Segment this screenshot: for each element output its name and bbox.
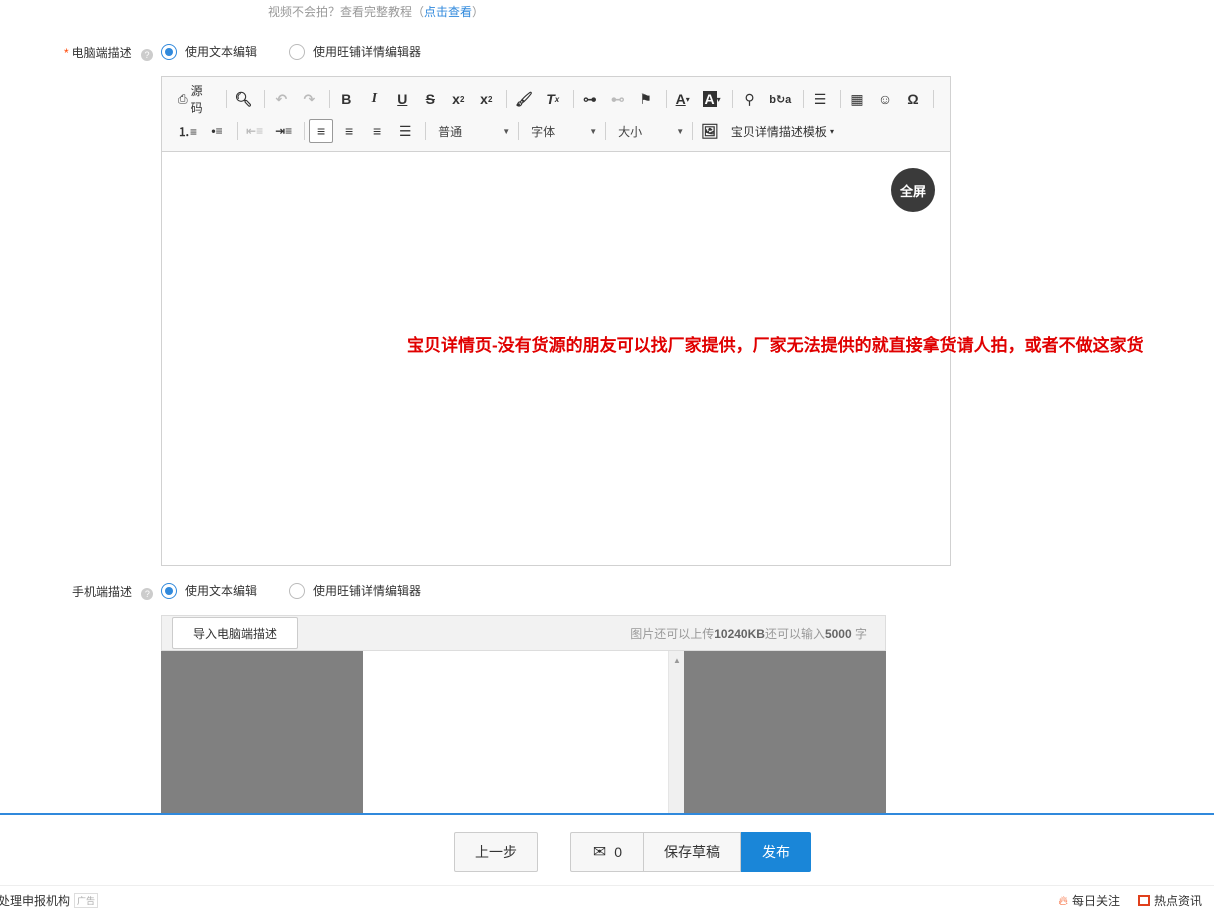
video-tutorial-hint: 视频不会拍？查看完整教程（点击查看）: [268, 3, 484, 20]
action-bar-divider: [0, 813, 1214, 815]
mobile-wangpu-editor-radio[interactable]: 使用旺铺详情编辑器: [289, 582, 421, 599]
strikethrough-icon[interactable]: S: [418, 87, 442, 111]
font-color-icon[interactable]: A▾: [671, 87, 695, 111]
rich-text-editor: ⎙源码 🔍︎ ↶ ↷ B I U S x2 x2 🖌︎ Tx ⊶ ⊷ ⚑: [161, 76, 951, 566]
editor-toolbar: ⎙源码 🔍︎ ↶ ↷ B I U S x2 x2 🖌︎ Tx ⊶ ⊷ ⚑: [162, 77, 950, 152]
image-icon[interactable]: 🖼︎: [697, 119, 723, 143]
pc-text-editor-radio[interactable]: 使用文本编辑: [161, 43, 257, 60]
mobile-gutter-right: [684, 651, 886, 813]
fire-icon: 🔥︎: [1058, 893, 1068, 908]
superscript-icon[interactable]: x2: [474, 87, 498, 111]
annotation-text: 宝贝详情页-没有货源的朋友可以找厂家提供，厂家无法提供的就直接拿货请人拍，或者不…: [407, 331, 1144, 356]
save-draft-button[interactable]: 保存草稿: [643, 832, 741, 872]
format-painter-icon[interactable]: 🖌︎: [511, 87, 536, 111]
emoji-icon[interactable]: ☺: [873, 87, 897, 111]
mobile-desc-label: 手机端描述 ?: [72, 583, 153, 600]
mobile-canvas[interactable]: ▲: [363, 651, 684, 813]
undo-icon[interactable]: ↶: [269, 87, 293, 111]
footer-ad[interactable]: 处理申报机构广告: [0, 892, 98, 908]
clear-format-icon[interactable]: Tx: [541, 87, 565, 111]
import-pc-desc-button[interactable]: 导入电脑端描述: [172, 617, 298, 649]
mobile-preview: ▲: [161, 651, 886, 813]
align-justify-icon[interactable]: ☰: [393, 119, 417, 143]
anchor-flag-icon[interactable]: ⚑: [634, 87, 658, 111]
unlink-icon[interactable]: ⊷: [606, 87, 630, 111]
mobile-editor: 导入电脑端描述 图片还可以上传10240KB还可以输入5000 字 ▲: [161, 615, 886, 813]
daily-follow-link[interactable]: 🔥︎每日关注: [1058, 892, 1120, 908]
align-center-icon[interactable]: ≡: [337, 119, 361, 143]
bold-icon[interactable]: B: [334, 87, 358, 111]
pc-desc-mode: 使用文本编辑 使用旺铺详情编辑器: [161, 43, 453, 60]
footer-links: 🔥︎每日关注 热点资讯: [1058, 892, 1202, 908]
fullscreen-button[interactable]: 全屏: [891, 168, 935, 212]
link-icon[interactable]: ⊶: [578, 87, 602, 111]
mobile-editor-header: 导入电脑端描述 图片还可以上传10240KB还可以输入5000 字: [161, 615, 886, 651]
news-icon: [1138, 895, 1150, 906]
special-char-icon[interactable]: Ω: [901, 87, 925, 111]
hot-news-link[interactable]: 热点资讯: [1138, 892, 1202, 908]
source-icon: ⎙: [178, 92, 188, 107]
bullet-list-icon[interactable]: •≡: [205, 119, 229, 143]
outdent-icon[interactable]: ⇤≡: [242, 119, 267, 143]
replace-icon[interactable]: b↻a: [765, 87, 795, 111]
redo-icon[interactable]: ↷: [297, 87, 321, 111]
envelope-icon: ✉: [593, 842, 606, 862]
action-bar: 上一步 ✉ 0 保存草稿 发布: [0, 832, 1214, 872]
table-icon[interactable]: ▦: [845, 87, 869, 111]
message-button[interactable]: ✉ 0: [570, 832, 644, 872]
bg-color-icon[interactable]: A▾: [699, 87, 725, 111]
align-left-icon[interactable]: ≡: [309, 119, 333, 143]
page-break-icon[interactable]: ☰: [808, 87, 832, 111]
mobile-gutter-left: [161, 651, 363, 813]
mobile-desc-mode: 使用文本编辑 使用旺铺详情编辑器: [161, 582, 453, 599]
italic-icon[interactable]: I: [362, 87, 386, 111]
chevron-down-icon: ▼: [589, 127, 597, 136]
underline-icon[interactable]: U: [390, 87, 414, 111]
chevron-down-icon: ▼: [676, 127, 684, 136]
help-icon[interactable]: ?: [141, 49, 153, 61]
upload-quota: 图片还可以上传10240KB还可以输入5000 字: [630, 625, 867, 642]
search-icon[interactable]: ⚲: [737, 87, 761, 111]
scrollbar[interactable]: ▲: [668, 651, 684, 813]
indent-icon[interactable]: ⇥≡: [271, 119, 296, 143]
paragraph-format-select[interactable]: 普通▼: [430, 120, 514, 142]
subscript-icon[interactable]: x2: [446, 87, 470, 111]
font-size-select[interactable]: 大小▼: [610, 120, 688, 142]
align-right-icon[interactable]: ≡: [365, 119, 389, 143]
view-tutorial-link[interactable]: 点击查看: [424, 5, 472, 19]
publish-button[interactable]: 发布: [741, 832, 811, 872]
pc-wangpu-editor-radio[interactable]: 使用旺铺详情编辑器: [289, 43, 421, 60]
editor-content-area[interactable]: 全屏: [162, 152, 950, 564]
pc-desc-label: *电脑端描述 ?: [64, 44, 153, 61]
source-button[interactable]: ⎙源码: [174, 87, 218, 111]
preview-icon[interactable]: 🔍︎: [231, 87, 256, 111]
mobile-text-editor-radio[interactable]: 使用文本编辑: [161, 582, 257, 599]
ordered-list-icon[interactable]: ⒈≡: [174, 119, 201, 143]
chevron-down-icon: ▾: [830, 127, 834, 136]
footer: 处理申报机构广告 🔥︎每日关注 热点资讯: [0, 885, 1214, 908]
scroll-up-icon[interactable]: ▲: [673, 656, 681, 665]
help-icon[interactable]: ?: [141, 588, 153, 600]
prev-step-button[interactable]: 上一步: [454, 832, 538, 872]
page: 视频不会拍？查看完整教程（点击查看） *电脑端描述 ? 使用文本编辑 使用旺铺详…: [0, 0, 1214, 908]
chevron-down-icon: ▼: [502, 127, 510, 136]
template-dropdown[interactable]: 宝贝详情描述模板▾: [727, 119, 838, 143]
font-family-select[interactable]: 字体▼: [523, 120, 601, 142]
